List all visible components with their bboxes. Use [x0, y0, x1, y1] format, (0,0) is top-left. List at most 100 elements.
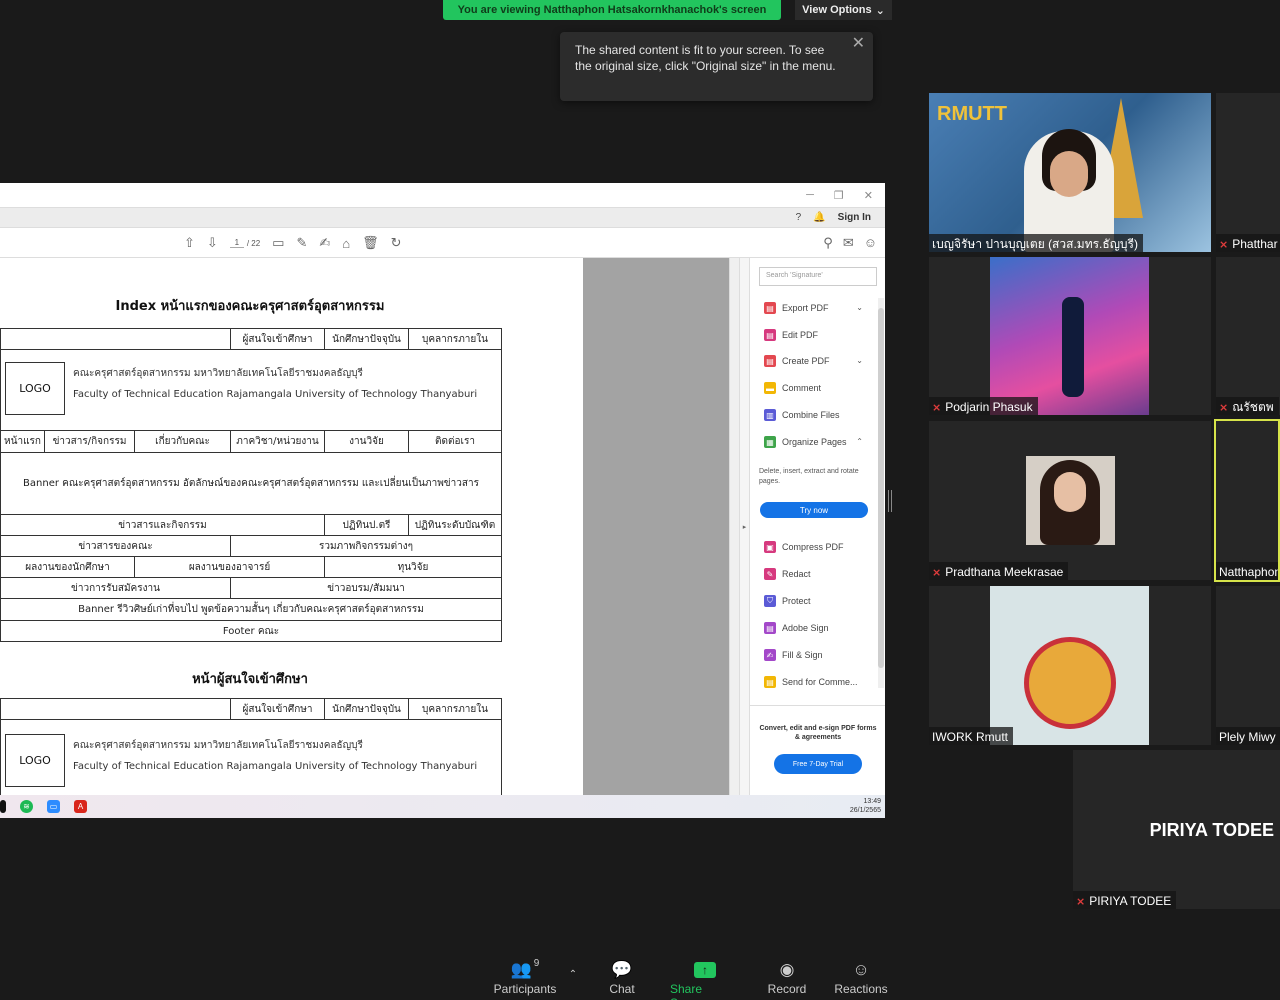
tool-adobe-sign[interactable]: ▤ Adobe Sign: [764, 621, 829, 635]
record-icon: ◉: [779, 960, 795, 979]
tool-label: Comment: [782, 383, 822, 393]
tool-compress-pdf[interactable]: ▣ Compress PDF: [764, 540, 844, 554]
chat-button[interactable]: 💬 Chat: [600, 958, 644, 996]
participants-button[interactable]: 👥 9 Participants: [494, 958, 557, 996]
tool-create-pdf[interactable]: ▤ Create PDF: [764, 354, 830, 368]
tools-scrollbar[interactable]: [878, 298, 884, 688]
page-current-input[interactable]: 1: [229, 238, 244, 248]
free-trial-button[interactable]: Free 7-Day Trial: [774, 754, 862, 774]
view-options-button[interactable]: View Options ⌄: [795, 0, 892, 20]
participant-tile[interactable]: IWORK Rmutt: [929, 586, 1211, 745]
acrobat-tools-panel: Search 'Signature' ▤ Export PDF ⌄ ▤ Edit…: [749, 258, 885, 795]
tool-label: Adobe Sign: [782, 623, 829, 633]
organize-pages-icon: ▦: [764, 436, 776, 448]
cell-banner: Banner คณะครุศาสตร์อุตสาหกรรม อัตลักษณ์ข…: [23, 478, 479, 489]
tool-fill-sign[interactable]: ✍ Fill & Sign: [764, 648, 823, 662]
mail-icon[interactable]: ✉: [843, 235, 854, 251]
bell-icon[interactable]: 🔔: [813, 212, 825, 223]
tool-label: Protect: [782, 596, 811, 606]
reactions-label: Reactions: [834, 982, 888, 996]
cell-nav-news: ข่าวสาร/กิจกรรม: [45, 431, 135, 452]
participant-name: เบญจิรัษา ปานบุญเตย (สวส.มทร.ธัญบุรี): [929, 234, 1143, 252]
resize-handle[interactable]: [888, 490, 892, 512]
participant-tile[interactable]: Plely Miwy: [1216, 586, 1280, 745]
trash-icon[interactable]: 🗑: [362, 235, 379, 251]
alumni-row: Banner รีวิวศิษย์เก่าที่จบไป พูดข้อความส…: [0, 599, 502, 621]
zoom-icon[interactable]: ▭: [47, 800, 60, 813]
participant-tile[interactable]: RMUTT เบญจิรัษา ปานบุญเตย (สวส.มทร.ธัญบุ…: [929, 93, 1211, 252]
cell-activity-photos: รวมภาพกิจกรรมต่างๆ: [318, 540, 414, 552]
document-scrollbar[interactable]: [729, 258, 739, 795]
participant-name: Phatthar: [1232, 237, 1278, 251]
acrobat-icon[interactable]: A: [74, 800, 87, 813]
help-icon[interactable]: ?: [796, 212, 802, 223]
reactions-icon: ☺: [852, 960, 870, 979]
comment-tool-icon[interactable]: ▭: [272, 235, 284, 251]
share-link-icon[interactable]: ⚲: [823, 235, 833, 251]
sign-in-button[interactable]: Sign In: [838, 212, 871, 223]
create-pdf-icon: ▤: [764, 355, 776, 367]
sign-icon[interactable]: ✍: [319, 235, 330, 251]
record-label: Record: [767, 982, 807, 996]
share-screen-button[interactable]: ↑ Share Screen: [670, 958, 740, 1000]
tool-export-pdf[interactable]: ▤ Export PDF: [764, 301, 829, 315]
page-up-icon[interactable]: ⇧: [184, 235, 195, 251]
cell-alumni-banner: Banner รีวิวศิษย์เก่าที่จบไป พูดข้อความส…: [78, 604, 424, 615]
cell-research-grants: ทุนวิจัย: [397, 561, 429, 573]
expand-panel-icon[interactable]: ▸: [739, 258, 749, 795]
clock-date: 26/1/2565: [849, 807, 881, 814]
tool-label: Edit PDF: [782, 330, 819, 340]
participant-name: Podjarin Phasuk: [945, 400, 1033, 414]
chevron-down-icon[interactable]: ⌄: [856, 356, 863, 365]
rotate-icon[interactable]: ↻: [391, 235, 402, 251]
participant-name-tag: ⨯ ณรัชตพ: [1216, 397, 1279, 415]
participant-name-tag: ⨯ Pradthana Meekrasae: [929, 562, 1069, 580]
participant-name: PIRIYA TODEE: [1089, 894, 1172, 908]
cell-staff: บุคลากรภายใน: [422, 703, 488, 715]
participant-name-tag: ⨯ PIRIYA TODEE: [1073, 891, 1177, 909]
tool-label: Create PDF: [782, 356, 830, 366]
tool-send-for-comment[interactable]: ▤ Send for Comme...: [764, 675, 858, 689]
participant-tile[interactable]: ⨯ Podjarin Phasuk: [929, 257, 1211, 415]
tool-label: Export PDF: [782, 303, 829, 313]
close-icon[interactable]: ✕: [852, 36, 865, 52]
participant-tile[interactable]: ⨯ Phatthar: [1216, 93, 1280, 252]
record-button[interactable]: ◉ Record: [766, 958, 808, 996]
highlight-icon[interactable]: ✎: [296, 235, 307, 251]
panel-divider: [750, 705, 885, 706]
doc-heading-index: Index หน้าแรกของคณะครุศาสตร์อุตสาหกรรม: [115, 299, 385, 314]
redact-icon: ✎: [764, 568, 776, 580]
cell-faculty-news: ข่าวสารของคณะ: [1, 536, 231, 556]
participant-tile[interactable]: ⨯ ณรัชตพ: [1216, 257, 1280, 415]
active-speaker-tile[interactable]: Natthaphon: [1214, 419, 1280, 582]
tool-comment[interactable]: ▬ Comment: [764, 381, 821, 395]
banner-row: Banner คณะครุศาสตร์อุตสาหกรรม อัตลักษณ์ข…: [0, 453, 502, 515]
tool-redact[interactable]: ✎ Redact: [764, 567, 811, 581]
try-now-button[interactable]: Try now: [760, 502, 868, 518]
page-down-icon[interactable]: ⇩: [207, 235, 218, 251]
taskbar-app-icon[interactable]: [0, 800, 6, 813]
tool-organize-pages[interactable]: ▦ Organize Pages: [764, 435, 847, 449]
scrollbar-thumb[interactable]: [878, 308, 884, 668]
reactions-button[interactable]: ☺ Reactions: [834, 958, 888, 996]
restore-icon[interactable]: ❐: [834, 189, 844, 202]
chevron-up-icon[interactable]: ⌃: [856, 437, 863, 446]
share-user-icon[interactable]: ☺: [864, 235, 877, 251]
participant-tile[interactable]: ⨯ Pradthana Meekrasae: [929, 421, 1211, 580]
tool-protect[interactable]: ⛉ Protect: [764, 594, 811, 608]
stamp-icon[interactable]: ⌂: [342, 236, 350, 251]
adobe-sign-icon: ▤: [764, 622, 776, 634]
cell-nav-departments: ภาควิชา/หน่วยงาน: [231, 431, 325, 452]
tools-search-input[interactable]: Search 'Signature': [759, 267, 877, 286]
participants-menu-chevron[interactable]: ⌃: [566, 962, 580, 986]
participant-tile[interactable]: PIRIYA TODEE ⨯ PIRIYA TODEE: [1073, 750, 1280, 909]
window-close-icon[interactable]: ✕: [864, 189, 873, 202]
spotify-icon[interactable]: ≋: [20, 800, 33, 813]
organize-description: Delete, insert, extract and rotate pages…: [759, 468, 859, 485]
tool-combine-files[interactable]: ▥ Combine Files: [764, 408, 840, 422]
minimize-icon[interactable]: ─: [806, 189, 814, 201]
chevron-down-icon[interactable]: ⌄: [856, 303, 863, 312]
tool-edit-pdf[interactable]: ▤ Edit PDF: [764, 328, 818, 342]
participant-name: Natthaphon: [1216, 562, 1278, 580]
send-comment-icon: ▤: [764, 676, 776, 688]
